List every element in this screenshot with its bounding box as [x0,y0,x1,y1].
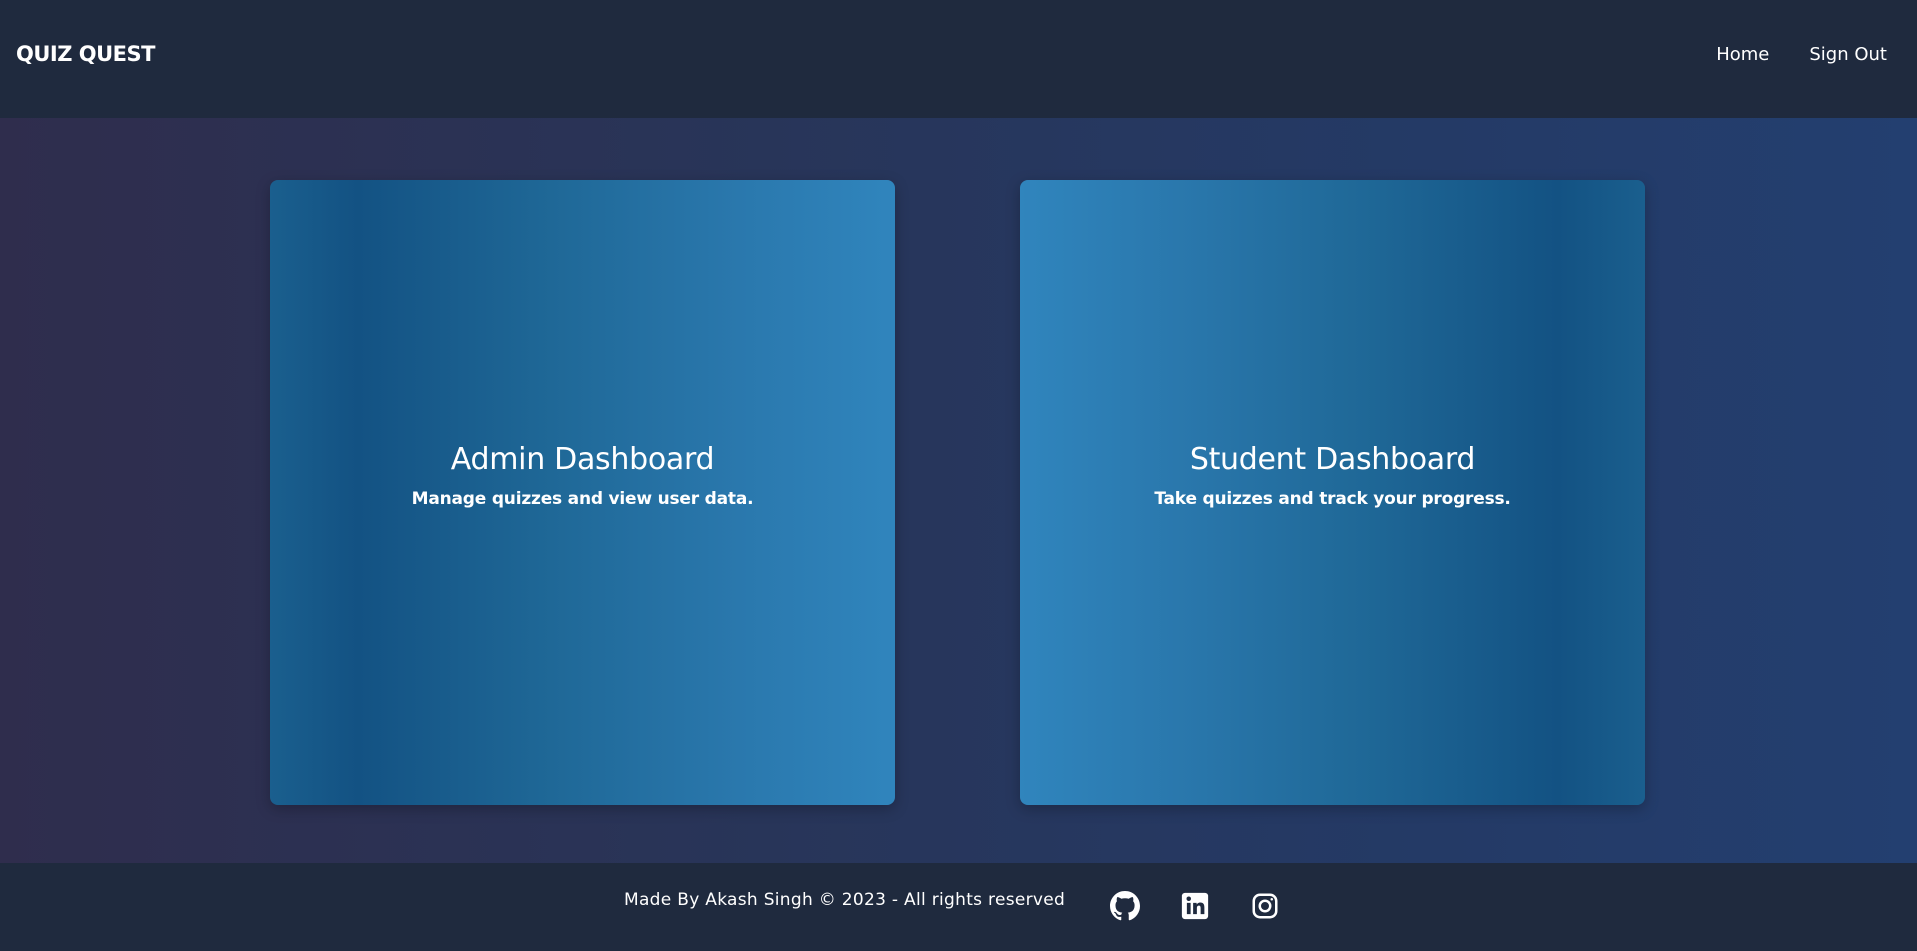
card-description: Manage quizzes and view user data. [411,488,754,509]
student-dashboard-card[interactable]: Student Dashboard Take quizzes and track… [1020,180,1645,805]
card-description: Take quizzes and track your progress. [1154,488,1511,509]
nav-links: Home Sign Out [1716,44,1887,65]
brand-logo[interactable]: QUIZ QUEST [16,42,155,66]
linkedin-icon[interactable] [1180,891,1210,921]
card-title: Student Dashboard [1189,441,1476,477]
nav-home-link[interactable]: Home [1716,44,1769,65]
footer: Made By Akash Singh © 2023 - All rights … [0,863,1917,951]
card-title: Admin Dashboard [450,441,715,477]
admin-dashboard-card[interactable]: Admin Dashboard Manage quizzes and view … [270,180,895,805]
github-icon[interactable] [1110,891,1140,921]
main-content: Admin Dashboard Manage quizzes and view … [0,118,1917,863]
nav-sign-out-link[interactable]: Sign Out [1809,44,1887,65]
footer-copyright: Made By Akash Singh © 2023 - All rights … [624,890,1066,910]
navbar: QUIZ QUEST Home Sign Out [0,0,1917,118]
instagram-icon[interactable] [1250,891,1280,921]
